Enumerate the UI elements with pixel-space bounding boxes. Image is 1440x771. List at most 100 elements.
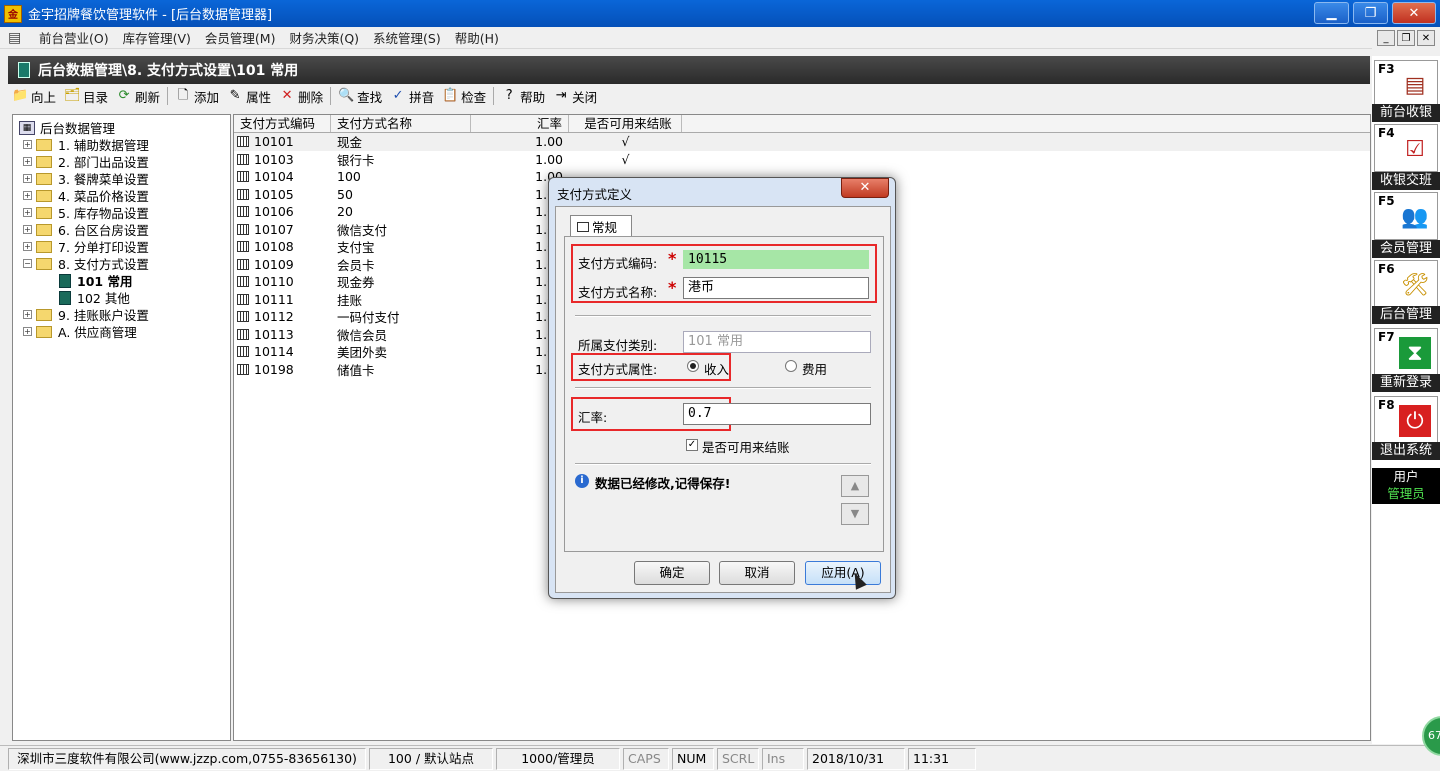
- tree-item[interactable]: +3. 餐牌菜单设置: [13, 170, 230, 187]
- f3-front-cashier-button[interactable]: F3 ▤: [1374, 60, 1438, 108]
- expand-icon[interactable]: +: [23, 310, 32, 319]
- f5-label: 会员管理: [1372, 240, 1440, 258]
- tab-general[interactable]: 常规: [570, 215, 632, 237]
- expand-icon[interactable]: +: [23, 225, 32, 234]
- tree-item[interactable]: +5. 库存物品设置: [13, 204, 230, 221]
- maximize-button[interactable]: ❐: [1353, 2, 1388, 24]
- f4-shift-handover-button[interactable]: F4 ☑: [1374, 124, 1438, 172]
- expense-radio[interactable]: [785, 360, 797, 372]
- folder-icon: [36, 206, 52, 219]
- inspect-button[interactable]: 📋 检查: [438, 85, 490, 107]
- expand-icon[interactable]: +: [23, 327, 32, 336]
- tree-item[interactable]: +4. 菜品价格设置: [13, 187, 230, 204]
- navigation-tree[interactable]: ▦ 后台数据管理 +1. 辅助数据管理 +2. 部门出品设置 +3. 餐牌菜单设…: [12, 114, 231, 741]
- delete-button[interactable]: ✕ 删除: [275, 85, 327, 107]
- name-input[interactable]: 港币: [683, 277, 869, 299]
- expand-icon[interactable]: +: [23, 242, 32, 251]
- minimize-button[interactable]: ▁: [1314, 2, 1349, 24]
- row-code: 10113: [234, 327, 331, 342]
- up-button[interactable]: 📁 向上: [8, 85, 60, 107]
- menu-help[interactable]: 帮助(H): [448, 28, 506, 47]
- column-code[interactable]: 支付方式编码: [234, 115, 331, 132]
- collapse-icon[interactable]: −: [23, 259, 32, 268]
- mdi-restore-button[interactable]: ❐: [1397, 30, 1415, 46]
- required-star-icon: *: [668, 278, 677, 297]
- expand-icon[interactable]: +: [23, 191, 32, 200]
- clipboard-check-icon: ☑: [1405, 136, 1425, 162]
- menu-member[interactable]: 会员管理(M): [198, 28, 283, 47]
- folder-icon: [36, 138, 52, 151]
- record-grid-icon: [237, 241, 249, 253]
- tree-item-payment[interactable]: −8. 支付方式设置: [13, 255, 230, 272]
- expand-icon[interactable]: +: [23, 140, 32, 149]
- settle-checkbox[interactable]: ✓: [686, 439, 698, 451]
- menu-system[interactable]: 系统管理(S): [366, 28, 448, 47]
- menu-inventory[interactable]: 库存管理(V): [116, 28, 198, 47]
- dialog-close-button[interactable]: ✕: [841, 178, 889, 198]
- directory-icon: 🗂: [64, 88, 81, 103]
- move-down-button[interactable]: ▼: [841, 503, 869, 525]
- expand-icon[interactable]: +: [23, 174, 32, 183]
- tree-item-other[interactable]: 102 其他: [13, 289, 230, 306]
- column-name[interactable]: 支付方式名称: [331, 115, 471, 132]
- column-rate[interactable]: 汇率: [471, 115, 569, 132]
- menu-finance[interactable]: 财务决策(Q): [282, 28, 366, 47]
- row-settle: √: [621, 151, 630, 167]
- close-button[interactable]: ⇥ 关闭: [549, 85, 601, 107]
- add-button[interactable]: 🗋 添加: [171, 85, 223, 107]
- tools-folder-icon: 🛠: [1401, 272, 1429, 298]
- tree-root[interactable]: ▦ 后台数据管理: [13, 119, 230, 136]
- tree-item[interactable]: + A. 供应商管理: [13, 323, 230, 340]
- tree-item-common[interactable]: 101 常用: [13, 272, 230, 289]
- status-operator: 1000/管理员: [496, 747, 620, 770]
- move-up-button[interactable]: ▲: [841, 475, 869, 497]
- cashier-table-icon: ▤: [1404, 72, 1426, 98]
- tree-item[interactable]: +9. 挂账账户设置: [13, 306, 230, 323]
- row-code: 10105: [234, 187, 331, 202]
- f5-member-button[interactable]: F5 👥: [1374, 192, 1438, 240]
- cancel-button[interactable]: 取消: [719, 561, 795, 585]
- mdi-minimize-button[interactable]: _: [1377, 30, 1395, 46]
- apply-button[interactable]: 应用(A): [805, 561, 881, 585]
- ok-button[interactable]: 确定: [634, 561, 710, 585]
- directory-button[interactable]: 🗂 目录: [60, 85, 112, 107]
- window-title: 金宇招牌餐饮管理软件 - [后台数据管理器]: [28, 8, 273, 23]
- pinyin-button[interactable]: ✓ 拼音: [386, 85, 438, 107]
- mdi-close-button[interactable]: ✕: [1417, 30, 1435, 46]
- tree-item[interactable]: +1. 辅助数据管理: [13, 136, 230, 153]
- f6-label: 后台管理: [1372, 306, 1440, 324]
- income-label: 收入: [704, 362, 730, 377]
- table-row[interactable]: 10103 银行卡 1.00 √: [234, 151, 1370, 169]
- properties-button[interactable]: ✎ 属性: [223, 85, 275, 107]
- code-input[interactable]: 10115: [683, 250, 869, 269]
- app-logo-icon: 金: [4, 4, 22, 23]
- refresh-button[interactable]: ⟳ 刷新: [112, 85, 164, 107]
- record-grid-icon: [237, 328, 249, 340]
- category-input: 101 常用: [683, 331, 871, 353]
- expand-icon[interactable]: +: [23, 157, 32, 166]
- f7-relogin-button[interactable]: F7 ⧗: [1374, 328, 1438, 376]
- row-name: 现金券: [337, 275, 375, 291]
- f6-backend-button[interactable]: F6 🛠: [1374, 260, 1438, 308]
- record-grid-icon: [237, 258, 249, 270]
- status-ins: Ins: [762, 747, 804, 770]
- row-rate: 1.00: [535, 151, 563, 167]
- row-name: 一码付支付: [337, 310, 400, 326]
- table-row[interactable]: 10101 现金 1.00 √: [234, 133, 1370, 151]
- income-radio[interactable]: [687, 360, 699, 372]
- tree-item[interactable]: +7. 分单打印设置: [13, 238, 230, 255]
- f8-exit-button[interactable]: F8 ⏻: [1374, 396, 1438, 444]
- expand-icon[interactable]: +: [23, 208, 32, 217]
- row-code: 10108: [234, 239, 331, 254]
- menu-front-business[interactable]: 前台营业(O): [32, 28, 116, 47]
- row-code: 10110: [234, 274, 331, 289]
- close-window-button[interactable]: ✕: [1392, 2, 1436, 24]
- column-settle[interactable]: 是否可用来结账: [569, 115, 682, 132]
- tree-item[interactable]: +2. 部门出品设置: [13, 153, 230, 170]
- user-info: 用户 管理员: [1372, 468, 1440, 504]
- row-code: 10114: [234, 344, 331, 359]
- tree-item[interactable]: +6. 台区台房设置: [13, 221, 230, 238]
- rate-input[interactable]: 0.7: [683, 403, 871, 425]
- search-button[interactable]: 🔍 查找: [334, 85, 386, 107]
- help-button[interactable]: ? 帮助: [497, 85, 549, 107]
